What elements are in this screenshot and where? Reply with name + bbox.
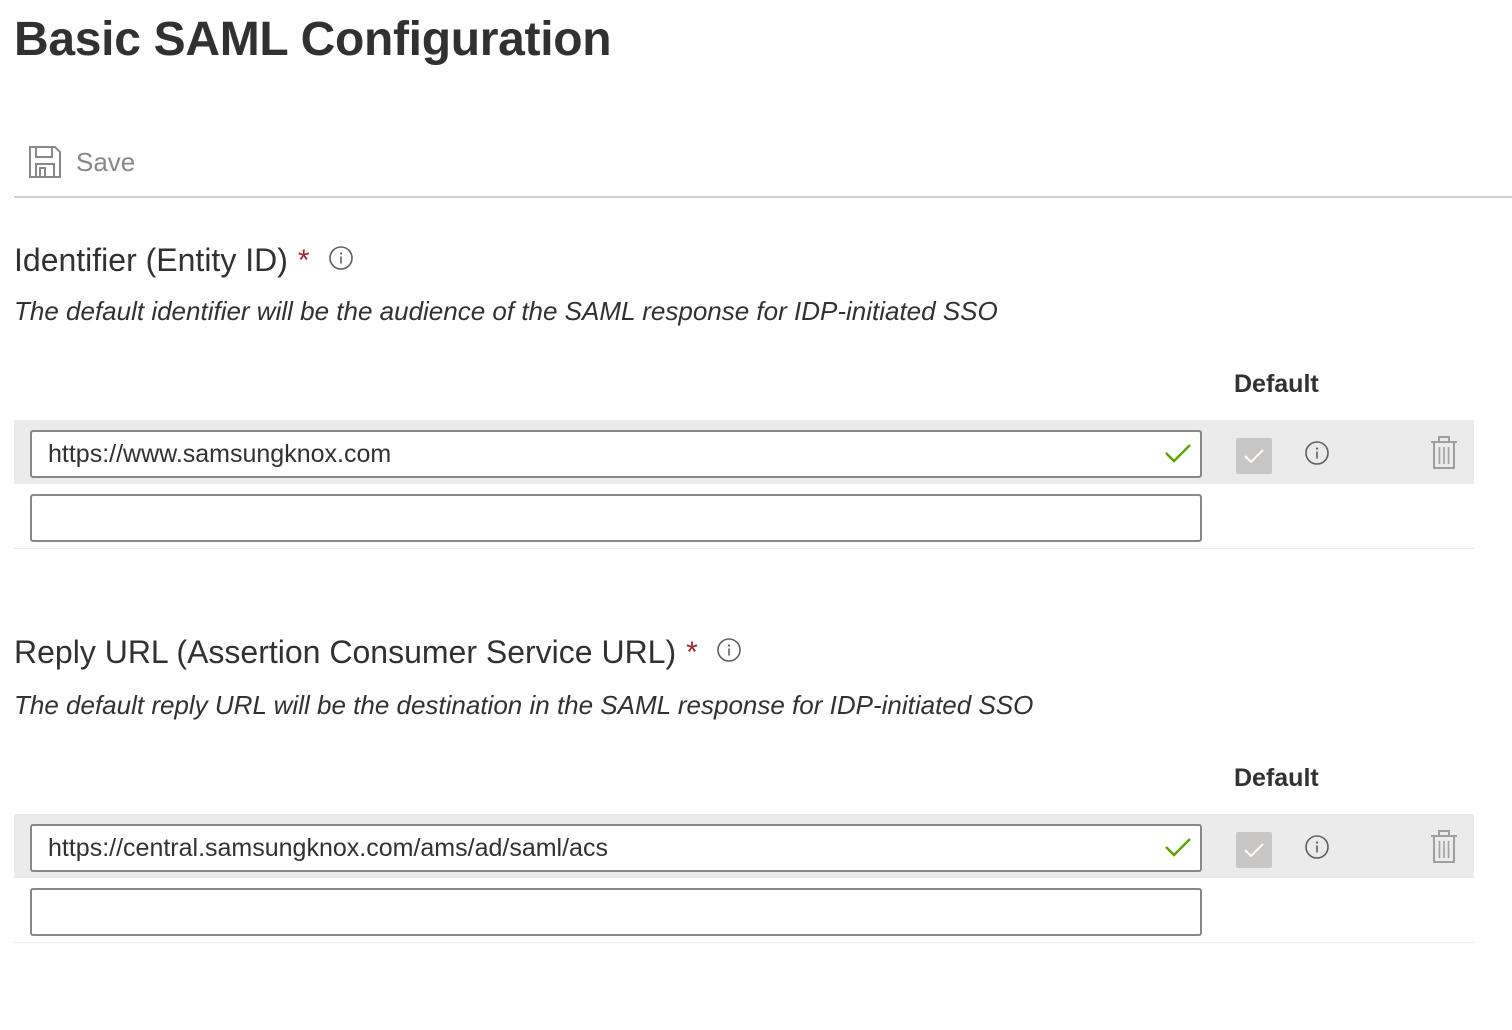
default-checkbox[interactable] xyxy=(1236,832,1272,868)
identifier-default-header: Default xyxy=(1234,370,1319,398)
trash-icon xyxy=(1430,436,1458,473)
default-checkbox[interactable] xyxy=(1236,438,1272,474)
identifier-input[interactable] xyxy=(30,430,1202,478)
save-label: Save xyxy=(76,146,136,177)
reply-url-row xyxy=(14,814,1474,878)
page-title: Basic SAML Configuration xyxy=(14,13,612,66)
identifier-section-title: Identifier (Entity ID) * xyxy=(14,242,354,279)
trash-icon xyxy=(1430,830,1458,867)
identifier-title-text: Identifier (Entity ID) xyxy=(14,242,288,278)
required-marker: * xyxy=(297,243,310,277)
delete-button[interactable] xyxy=(1430,436,1458,473)
checkmark-icon xyxy=(1244,449,1264,464)
info-icon[interactable] xyxy=(716,634,742,671)
check-icon xyxy=(1164,442,1192,469)
check-icon xyxy=(1164,836,1192,863)
floppy-disk-icon xyxy=(28,145,62,179)
reply-url-title-text: Reply URL (Assertion Consumer Service UR… xyxy=(14,634,677,670)
info-icon[interactable] xyxy=(1304,834,1330,865)
saml-config-page: Basic SAML Configuration Save Identifier… xyxy=(0,0,1512,1030)
checkmark-icon xyxy=(1244,843,1264,858)
info-icon[interactable] xyxy=(328,242,354,279)
required-marker: * xyxy=(686,635,698,669)
reply-url-section-title: Reply URL (Assertion Consumer Service UR… xyxy=(14,634,742,671)
reply-url-default-header: Default xyxy=(1234,764,1319,792)
save-button[interactable]: Save xyxy=(28,140,135,184)
info-icon[interactable] xyxy=(1304,440,1330,471)
command-bar: Save xyxy=(14,126,1512,198)
reply-url-new-row xyxy=(14,878,1474,943)
identifier-description: The default identifier will be the audie… xyxy=(14,296,998,326)
reply-url-input[interactable] xyxy=(30,824,1202,872)
identifier-row xyxy=(14,420,1474,484)
reply-url-description: The default reply URL will be the destin… xyxy=(14,690,1034,720)
delete-button[interactable] xyxy=(1430,830,1458,867)
reply-url-new-input[interactable] xyxy=(30,888,1202,936)
identifier-new-input[interactable] xyxy=(30,494,1202,542)
identifier-new-row xyxy=(14,484,1474,549)
